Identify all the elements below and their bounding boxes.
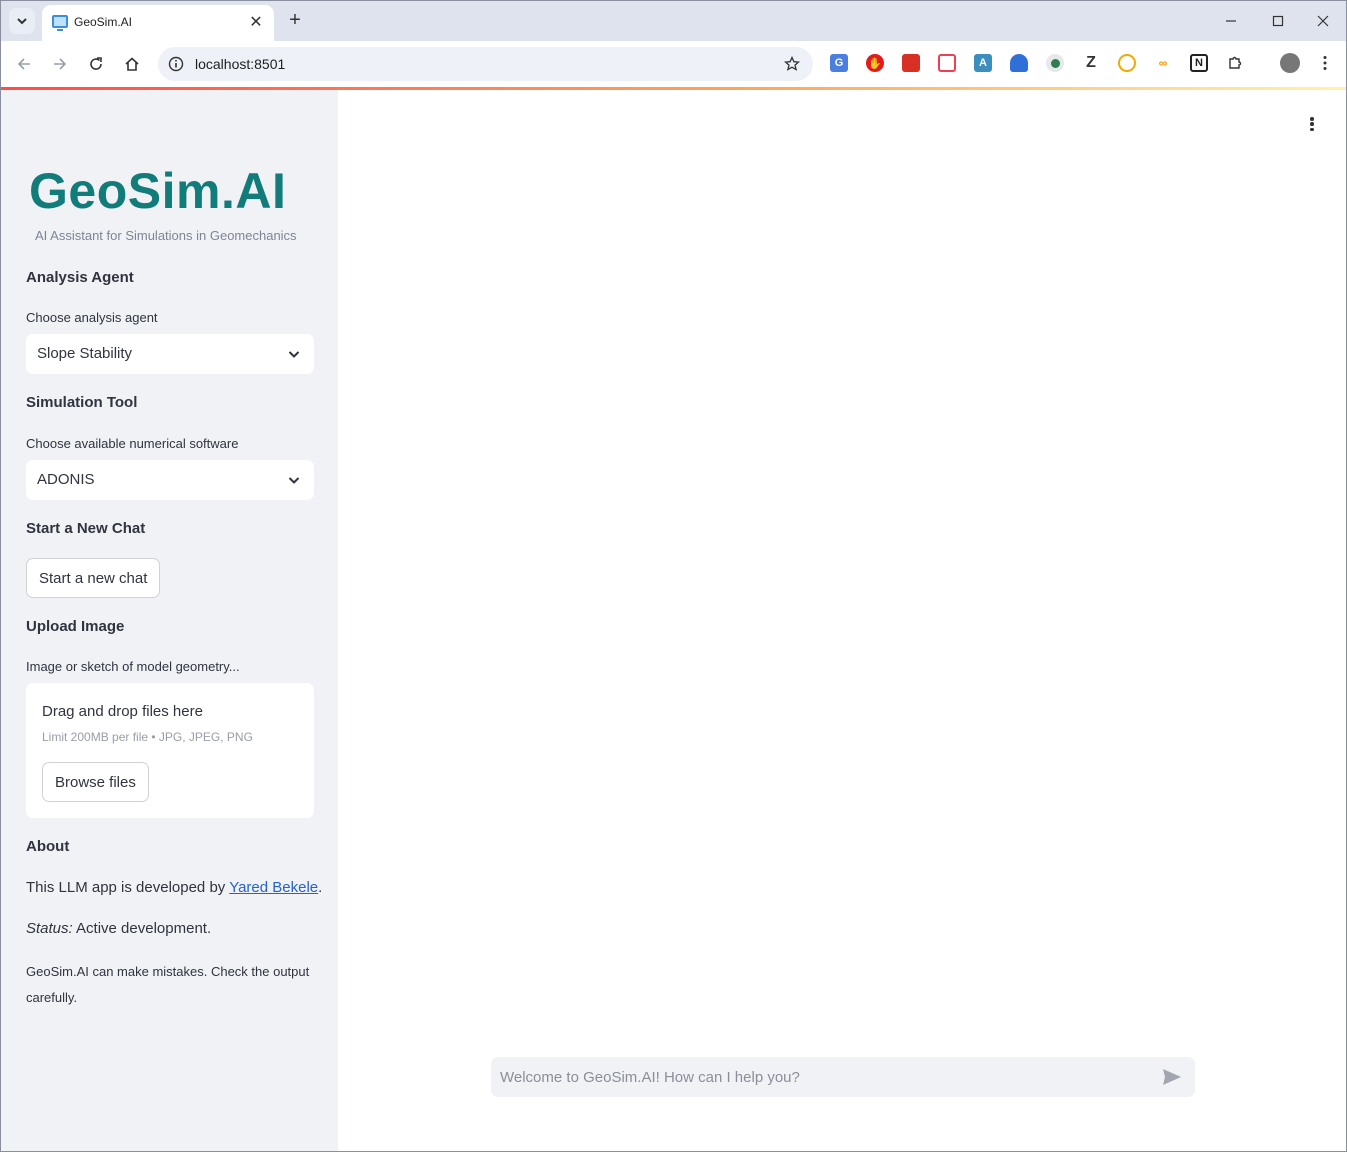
send-icon[interactable] xyxy=(1161,1067,1183,1087)
status-text: Status: Active development. xyxy=(26,920,211,937)
developer-suffix: . xyxy=(318,879,323,896)
close-window-button[interactable] xyxy=(1310,9,1336,33)
arrow-left-icon xyxy=(17,58,30,70)
start-new-chat-button[interactable]: Start a new chat xyxy=(26,558,161,598)
analysis-agent-value: Slope Stability xyxy=(37,345,133,362)
bookmark-star-icon[interactable] xyxy=(781,53,803,75)
browser-toolbar: localhost:8501 G ✋ A Z ∞ N xyxy=(1,41,1346,87)
browser-menu-icon[interactable] xyxy=(1316,54,1334,72)
analysis-agent-heading: Analysis Agent xyxy=(26,269,134,286)
close-tab-icon[interactable]: ✕ xyxy=(246,12,266,32)
home-button[interactable] xyxy=(119,51,145,77)
chevron-down-icon xyxy=(288,477,300,484)
profile-avatar[interactable] xyxy=(1280,53,1300,73)
address-bar[interactable]: localhost:8501 xyxy=(158,47,813,81)
chevron-down-icon xyxy=(288,351,300,358)
browse-files-button[interactable]: Browse files xyxy=(42,762,149,802)
translate-extension-icon[interactable]: G xyxy=(830,54,848,72)
monitor-icon xyxy=(52,15,68,31)
disclaimer-text: GeoSim.AI can make mistakes. Check the o… xyxy=(26,964,310,1005)
pocket-extension-icon[interactable] xyxy=(938,54,956,72)
home-icon xyxy=(125,57,139,71)
notion-extension-icon[interactable]: N xyxy=(1190,54,1208,72)
simulation-tool-select[interactable]: ADONIS xyxy=(26,460,314,500)
dropzone-title: Drag and drop files here xyxy=(42,703,203,720)
adblock-extension-icon[interactable]: ✋ xyxy=(866,54,884,72)
forward-button[interactable] xyxy=(47,51,73,77)
tab-strip: GeoSim.AI ✕ + xyxy=(1,1,1346,41)
status-label: Status: xyxy=(26,920,73,937)
extensions-puzzle-icon[interactable] xyxy=(1226,54,1244,72)
streamlit-app: GeoSim.AI AI Assistant for Simulations i… xyxy=(1,90,1346,1151)
infinity-extension-icon[interactable]: ∞ xyxy=(1154,54,1172,72)
new-tab-button[interactable]: + xyxy=(283,8,307,32)
new-chat-heading: Start a New Chat xyxy=(26,520,146,537)
browser-tab[interactable]: GeoSim.AI ✕ xyxy=(42,5,274,41)
toggle-extension-icon[interactable] xyxy=(1046,54,1064,72)
analysis-agent-label: Choose analysis agent xyxy=(26,310,158,325)
close-icon xyxy=(1317,15,1329,27)
sidebar: GeoSim.AI AI Assistant for Simulations i… xyxy=(1,90,338,1151)
app-menu-icon[interactable] xyxy=(1306,114,1318,134)
bookmark-extension-icon[interactable] xyxy=(902,54,920,72)
status-value: Active development. xyxy=(72,920,212,937)
minimize-icon xyxy=(1226,20,1236,22)
chat-input[interactable]: Welcome to GeoSim.AI! How can I help you… xyxy=(491,1057,1195,1097)
tab-search-button[interactable] xyxy=(9,8,35,34)
about-developer-text: This LLM app is developed by Yared Bekel… xyxy=(26,879,322,896)
simulation-tool-label: Choose available numerical software xyxy=(26,436,239,451)
app-logo: GeoSim.AI xyxy=(29,163,287,219)
chat-input-placeholder: Welcome to GeoSim.AI! How can I help you… xyxy=(500,1069,800,1086)
about-heading: About xyxy=(26,838,70,855)
maximize-icon xyxy=(1272,15,1284,27)
simulation-tool-heading: Simulation Tool xyxy=(26,394,138,411)
scholar-extension-icon[interactable] xyxy=(1010,54,1028,72)
developer-link[interactable]: Yared Bekele xyxy=(229,879,318,896)
dropzone-limit: Limit 200MB per file • JPG, JPEG, PNG xyxy=(42,730,253,744)
upload-image-label: Image or sketch of model geometry... xyxy=(26,659,240,674)
zotero-extension-icon[interactable]: Z xyxy=(1082,54,1100,72)
back-button[interactable] xyxy=(11,51,37,77)
browser-window: GeoSim.AI ✕ + localhost:8501 G ✋ A Z ∞ N… xyxy=(0,0,1347,1152)
main-content: Welcome to GeoSim.AI! How can I help you… xyxy=(338,90,1346,1151)
developer-prefix: This LLM app is developed by xyxy=(26,879,230,896)
app-tagline: AI Assistant for Simulations in Geomecha… xyxy=(35,228,297,243)
maximize-button[interactable] xyxy=(1265,9,1291,33)
site-info-icon[interactable] xyxy=(166,54,186,74)
clock-extension-icon[interactable] xyxy=(1118,54,1136,72)
reload-button[interactable] xyxy=(83,51,109,77)
chevron-down-icon xyxy=(17,18,27,25)
arrow-right-icon xyxy=(54,58,67,70)
reload-icon xyxy=(90,57,102,70)
file-dropzone[interactable]: Drag and drop files here Limit 200MB per… xyxy=(26,683,314,818)
minimize-button[interactable] xyxy=(1218,9,1244,33)
tab-title: GeoSim.AI xyxy=(74,15,133,29)
drive-extension-icon[interactable]: A xyxy=(974,54,992,72)
analysis-agent-select[interactable]: Slope Stability xyxy=(26,334,314,374)
url-text: localhost:8501 xyxy=(195,56,286,72)
upload-image-heading: Upload Image xyxy=(26,618,125,635)
simulation-tool-value: ADONIS xyxy=(37,471,95,488)
